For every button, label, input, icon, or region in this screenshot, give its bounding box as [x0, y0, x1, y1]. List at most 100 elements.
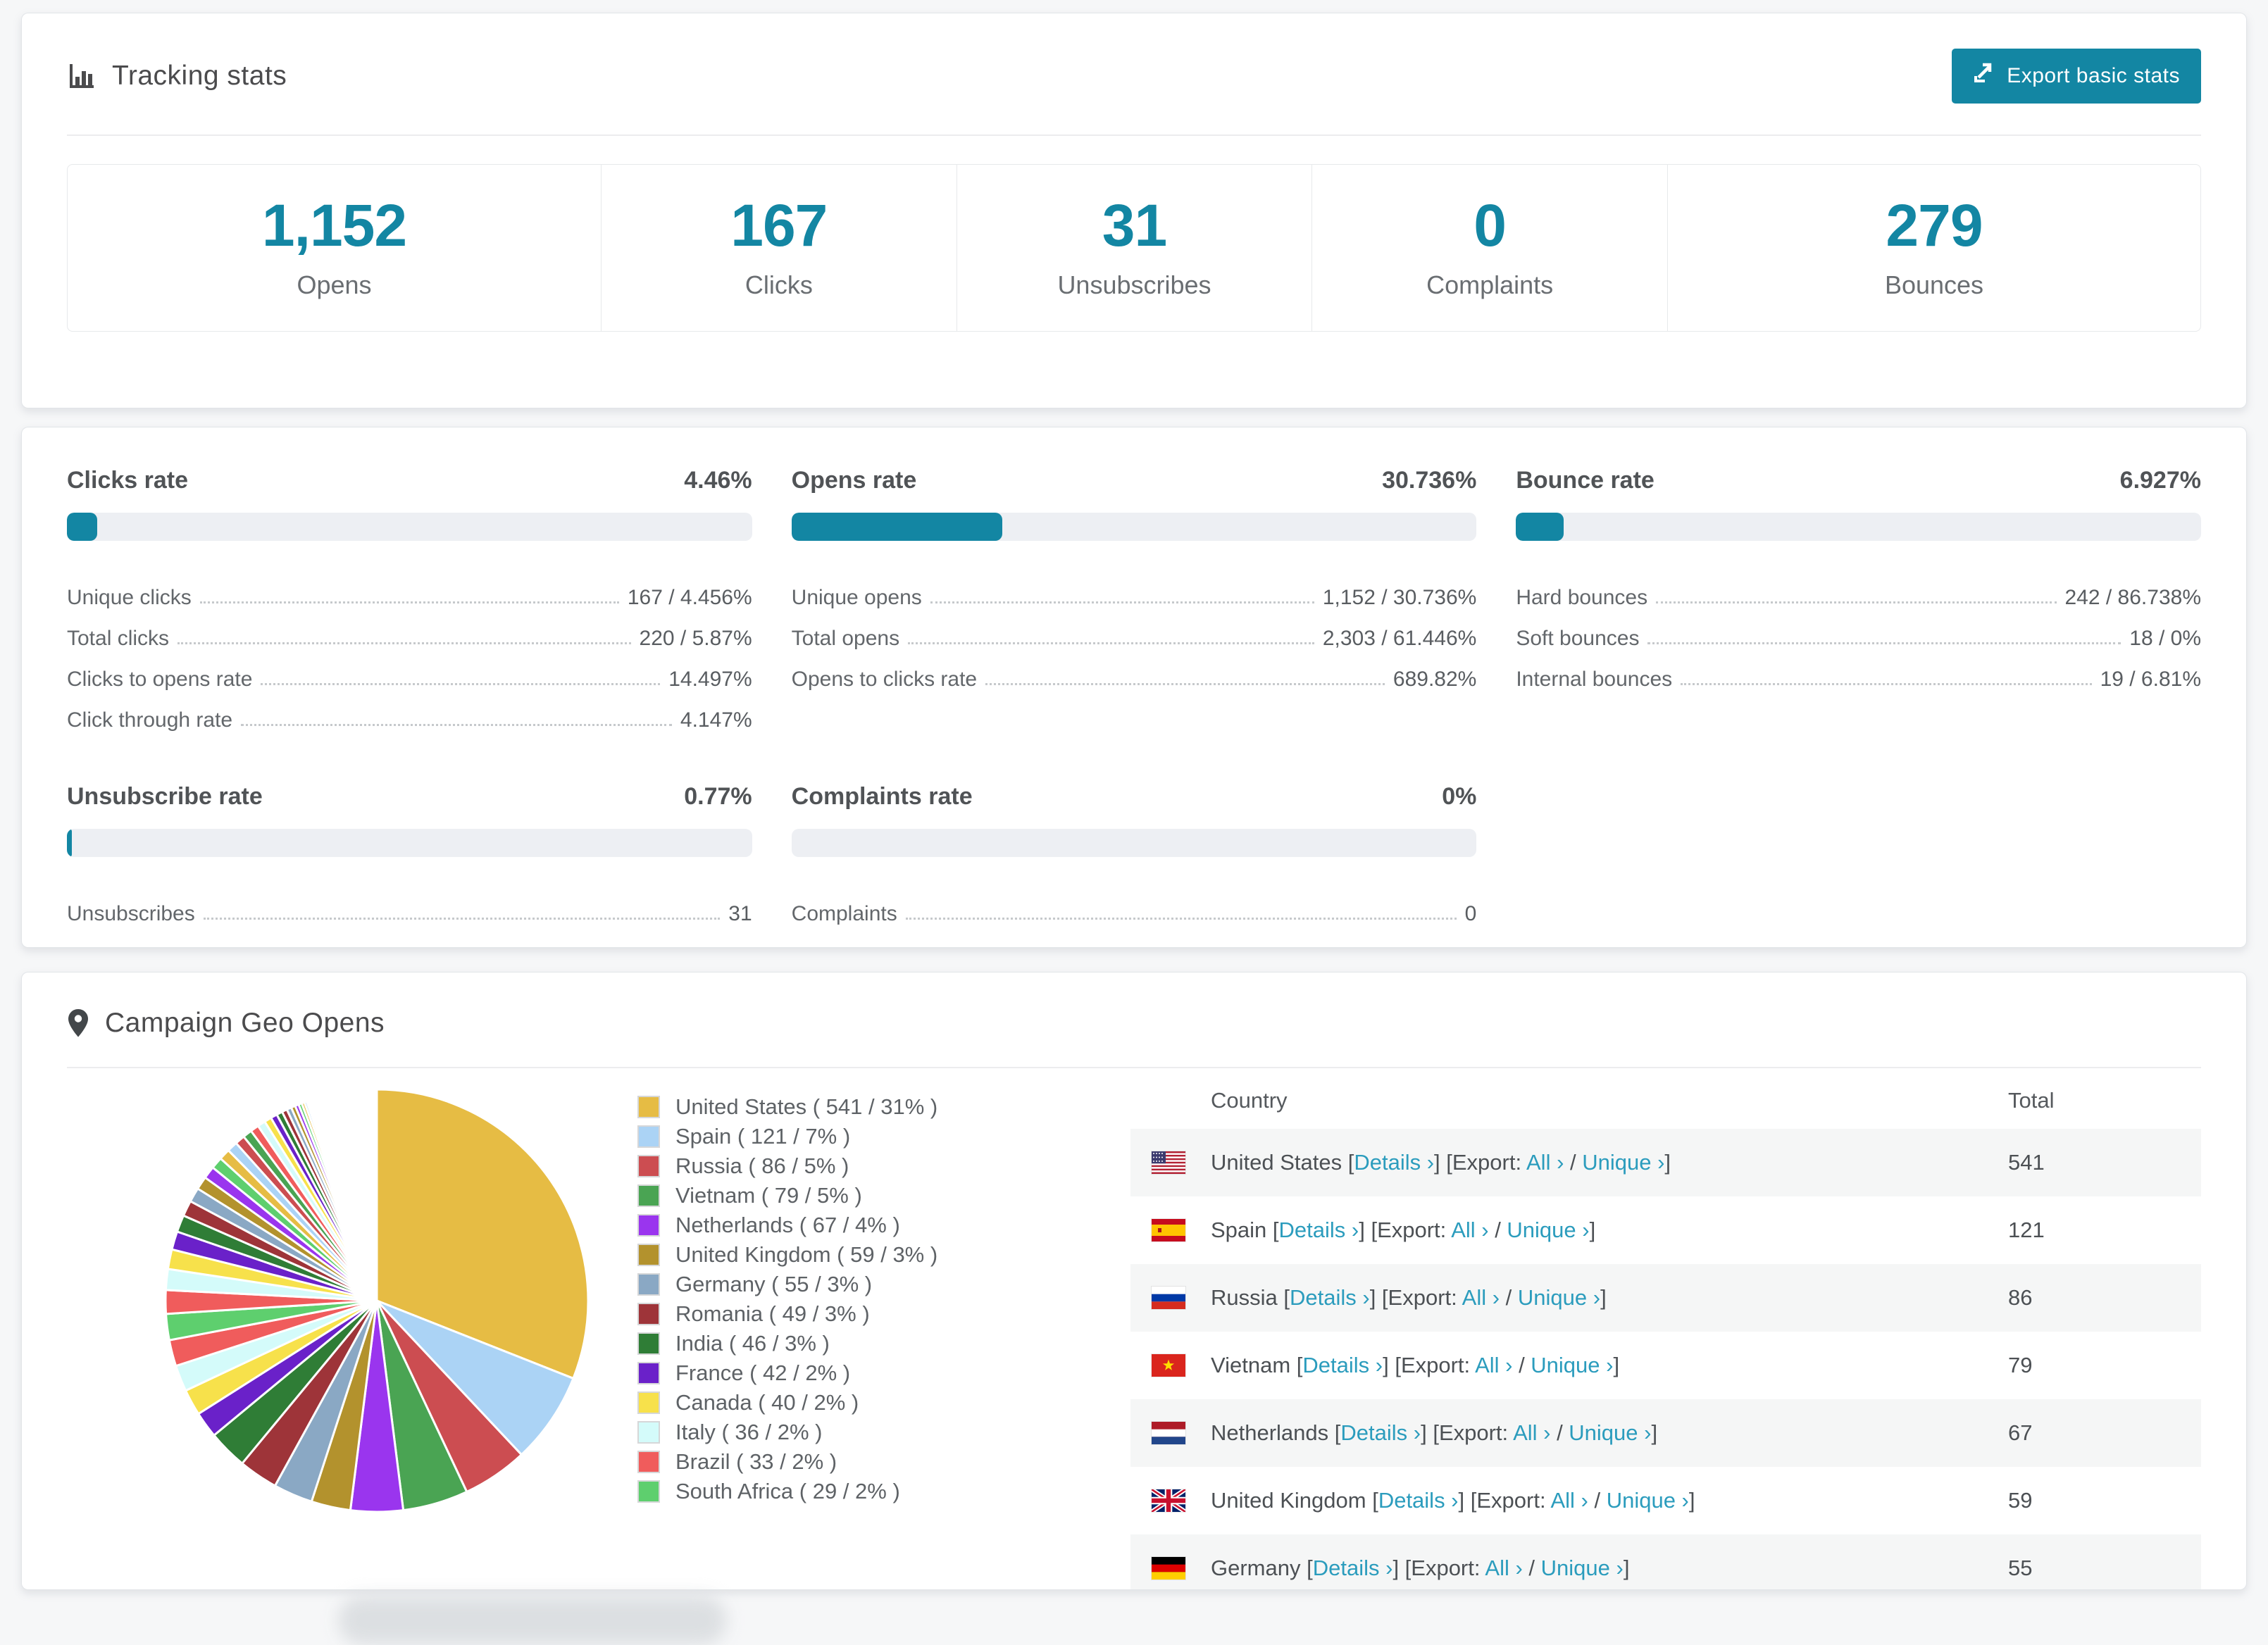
geo-table-row-de: Germany [Details ›] [Export: All › / Uni… — [1130, 1534, 2201, 1589]
rate-header: Clicks rate 4.46% — [67, 467, 752, 494]
stat-label: Complaints — [1426, 270, 1554, 299]
geo-table-row-vn: Vietnam [Details ›] [Export: All › / Uni… — [1130, 1332, 2201, 1399]
export-unique-link[interactable]: Unique › — [1507, 1218, 1589, 1242]
rate-detail-row: Total opens 2,303 / 61.446% — [792, 610, 1477, 651]
rate-detail-row: Unique clicks 167 / 4.456% — [67, 569, 752, 610]
export-unique-link[interactable]: Unique › — [1541, 1556, 1624, 1580]
tracking-stats-title-group: Tracking stats — [67, 61, 287, 92]
bracket: [ — [1272, 1218, 1279, 1242]
country-cell: United States [Details ›] [Export: All ›… — [1211, 1150, 2008, 1175]
rate-block-opens-rate: Opens rate 30.736% Unique opens 1,152 / 30.… — [791, 467, 1477, 732]
legend-color-chip — [637, 1273, 660, 1296]
export-prefix: ] [Export: — [1458, 1488, 1551, 1513]
rate-row-label: Hard bounces — [1516, 586, 1648, 609]
stat-box-bounces: 279 Bounces — [1666, 165, 2200, 331]
rate-row-value: 31 — [728, 902, 752, 925]
export-icon — [1973, 62, 1995, 90]
total-cell: 55 — [2008, 1556, 2033, 1580]
stat-value: 167 — [730, 192, 828, 258]
legend-color-chip — [637, 1421, 660, 1444]
export-all-link[interactable]: All › — [1513, 1420, 1550, 1445]
details-link[interactable]: Details › — [1302, 1353, 1383, 1377]
legend-label: India ( 46 / 3% ) — [675, 1331, 830, 1356]
details-link[interactable]: Details › — [1279, 1218, 1359, 1242]
details-link[interactable]: Details › — [1290, 1285, 1370, 1310]
geo-opens-title: Campaign Geo Opens — [105, 1008, 385, 1038]
rate-value: 30.736% — [1382, 467, 1477, 494]
rate-detail-row: Internal bounces 19 / 6.81% — [1516, 651, 2201, 692]
stat-box-complaints: 0 Complaints — [1311, 165, 1667, 331]
details-link[interactable]: Details › — [1354, 1150, 1434, 1175]
geo-opens-header: Campaign Geo Opens — [67, 1008, 2201, 1068]
total-cell: 86 — [2008, 1285, 2033, 1310]
bottom-shadow-blob — [338, 1596, 727, 1645]
country-column-header: Country — [1211, 1088, 1288, 1113]
export-all-link[interactable]: All › — [1485, 1556, 1522, 1580]
rate-row-value: 18 / 0% — [2129, 627, 2201, 650]
rate-detail-row: Complaints 0 — [792, 885, 1477, 926]
stat-label: Opens — [297, 270, 372, 299]
bracket: [ — [1307, 1556, 1313, 1580]
bracket: ] — [1623, 1556, 1630, 1580]
rate-progress-track — [791, 829, 1477, 857]
dotted-leader — [905, 918, 1457, 920]
export-unique-link[interactable]: Unique › — [1531, 1353, 1613, 1377]
rate-row-value: 220 / 5.87% — [639, 627, 752, 650]
total-cell: 59 — [2008, 1488, 2033, 1513]
separator: / — [1564, 1150, 1583, 1175]
dotted-leader — [1656, 601, 2057, 603]
legend-label: Vietnam ( 79 / 5% ) — [675, 1183, 862, 1208]
nl-flag-icon — [1151, 1421, 1186, 1445]
rate-row-label: Unsubscribes — [67, 902, 195, 925]
legend-item-russia: Russia ( 86 / 5% ) — [637, 1151, 1130, 1181]
rate-detail-row: Clicks to opens rate 14.497% — [67, 651, 752, 692]
rate-row-label: Unique opens — [791, 586, 922, 609]
rate-progress-fill — [67, 513, 98, 541]
legend-item-vietnam: Vietnam ( 79 / 5% ) — [637, 1181, 1130, 1211]
rate-title: Complaints rate — [791, 783, 973, 810]
details-link[interactable]: Details › — [1313, 1556, 1393, 1580]
export-unique-link[interactable]: Unique › — [1518, 1285, 1600, 1310]
stat-value: 279 — [1886, 192, 1983, 258]
rates-grid: Clicks rate 4.46% Unique clicks 167 / 4.456… — [67, 467, 2201, 926]
rate-row-value: 167 / 4.456% — [627, 586, 752, 609]
rate-detail-row: Opens to clicks rate 689.82% — [792, 651, 1477, 692]
export-basic-stats-button[interactable]: Export basic stats — [1952, 49, 2201, 104]
rate-header: Opens rate 30.736% — [792, 467, 1477, 494]
bracket: [ — [1283, 1285, 1290, 1310]
country-cell: Spain [Details ›] [Export: All › / Uniqu… — [1211, 1218, 2008, 1243]
stat-label: Bounces — [1884, 270, 1984, 299]
rate-row-value: 689.82% — [1392, 668, 1477, 691]
details-link[interactable]: Details › — [1340, 1420, 1421, 1445]
legend-label: South Africa ( 29 / 2% ) — [675, 1479, 900, 1503]
export-unique-link[interactable]: Unique › — [1569, 1420, 1651, 1445]
gb-flag-icon — [1151, 1489, 1186, 1513]
us-flag-icon — [1151, 1151, 1186, 1175]
details-link[interactable]: Details › — [1378, 1488, 1459, 1513]
legend-item-france: France ( 42 / 2% ) — [637, 1358, 1130, 1388]
export-unique-link[interactable]: Unique › — [1582, 1150, 1664, 1175]
rate-row-value: 1,152 / 30.736% — [1322, 586, 1477, 609]
legend-item-south-africa: South Africa ( 29 / 2% ) — [637, 1477, 1130, 1506]
export-all-link[interactable]: All › — [1550, 1488, 1588, 1513]
page-title: Tracking stats — [112, 61, 287, 91]
export-unique-link[interactable]: Unique › — [1607, 1488, 1689, 1513]
export-all-link[interactable]: All › — [1475, 1353, 1512, 1377]
stat-value: 1,152 — [261, 192, 407, 258]
legend-color-chip — [637, 1184, 660, 1207]
ru-flag-icon — [1151, 1286, 1186, 1310]
export-all-link[interactable]: All › — [1451, 1218, 1488, 1242]
export-all-link[interactable]: All › — [1526, 1150, 1564, 1175]
legend-item-canada: Canada ( 40 / 2% ) — [637, 1388, 1130, 1418]
legend-item-united-kingdom: United Kingdom ( 59 / 3% ) — [637, 1240, 1130, 1270]
rate-row-value: 0 — [1464, 902, 1477, 925]
export-prefix: ] [Export: — [1383, 1353, 1476, 1377]
rate-detail-row: Hard bounces 242 / 86.738% — [1516, 569, 2201, 610]
separator: / — [1500, 1285, 1518, 1310]
legend-color-chip — [637, 1244, 660, 1266]
rate-row-label: Total clicks — [67, 627, 170, 650]
rate-row-value: 4.147% — [680, 708, 752, 732]
geo-pie-wrap — [67, 1068, 637, 1537]
legend-color-chip — [637, 1362, 660, 1384]
export-all-link[interactable]: All › — [1462, 1285, 1500, 1310]
